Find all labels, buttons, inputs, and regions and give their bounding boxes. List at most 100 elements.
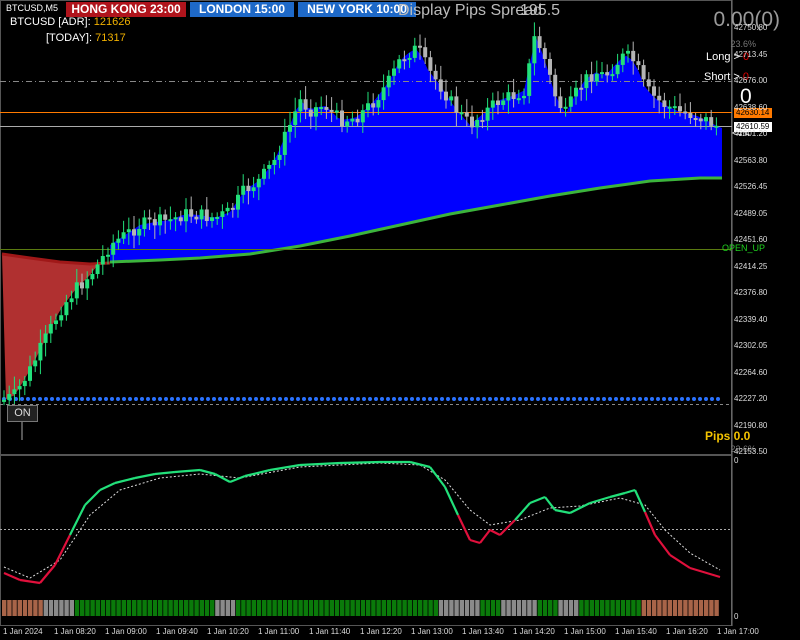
support-dot (506, 397, 510, 401)
candle-body (64, 302, 69, 316)
support-dot (596, 397, 600, 401)
on-toggle-button[interactable]: ON (7, 405, 38, 422)
osc-segment (669, 554, 691, 569)
histogram-bar (106, 600, 111, 616)
histogram-bar (620, 600, 626, 616)
candle-body (116, 238, 121, 243)
time-axis-label: 1 Jan 12:20 (360, 627, 402, 636)
osc-segment (19, 578, 41, 585)
candle-body (121, 232, 126, 239)
support-dot (554, 397, 558, 401)
histogram-bar (709, 600, 714, 616)
osc-segment (134, 472, 156, 480)
osc-segment (339, 460, 381, 465)
candle-body (90, 274, 95, 280)
candle-body (506, 92, 511, 101)
support-dot (164, 397, 168, 401)
support-dot (446, 397, 450, 401)
candle-body (137, 228, 142, 236)
candle-body (381, 87, 386, 101)
price-chart[interactable] (0, 0, 800, 640)
histogram-bar (667, 600, 672, 616)
histogram-bar (579, 600, 584, 616)
histogram-bar (184, 600, 189, 616)
support-dot (152, 397, 156, 401)
time-axis-label: 1 Jan 10:20 (207, 627, 249, 636)
histogram-bar (168, 600, 173, 616)
histogram-bar (345, 600, 350, 616)
histogram-bar (438, 600, 444, 616)
support-dot (716, 397, 720, 401)
candle-body (620, 53, 625, 65)
candle-body (605, 72, 610, 76)
histogram-bar (501, 600, 506, 616)
support-dot (284, 397, 288, 401)
candle-body (340, 110, 344, 127)
histogram-bar (553, 600, 558, 616)
time-axis-label: 1 Jan 09:00 (105, 627, 147, 636)
candle-body (298, 99, 303, 112)
osc-segment (609, 491, 626, 499)
support-dot (158, 397, 162, 401)
time-axis-label: 1 Jan 09:40 (156, 627, 198, 636)
candle-body (38, 342, 43, 361)
histogram-bar (646, 600, 652, 616)
candle-body (199, 209, 204, 220)
osc-segment (589, 495, 611, 505)
histogram-bar (189, 600, 194, 616)
candle-body (662, 100, 667, 107)
histogram-bar (230, 600, 236, 616)
candle-body (657, 95, 662, 101)
candle-body (28, 366, 32, 381)
histogram-bar (386, 600, 392, 616)
candle-body (714, 125, 719, 128)
price-axis-label: 42563.80 (734, 155, 768, 165)
candle-body (308, 109, 313, 117)
histogram-bar (355, 600, 360, 616)
support-dot (20, 397, 24, 401)
histogram-bar (402, 600, 407, 616)
histogram-bar (121, 600, 126, 616)
histogram-bar (100, 600, 106, 616)
candle-body (672, 106, 677, 109)
candle-body (418, 45, 422, 48)
candle-body (537, 36, 542, 49)
histogram-bar (589, 600, 594, 616)
price-axis-label: 42376.80 (734, 288, 768, 297)
histogram-bar (7, 600, 12, 616)
histogram-bar (615, 600, 620, 616)
candle-body (480, 119, 485, 122)
support-dot (572, 397, 576, 401)
candle-body (189, 209, 194, 217)
support-dot (338, 397, 342, 401)
histogram-bar (449, 600, 454, 616)
candle-body (17, 386, 22, 390)
osc-segment (99, 482, 116, 491)
histogram-bar (563, 600, 568, 616)
histogram-bar (74, 600, 80, 616)
candle-body (688, 112, 693, 119)
support-dot (104, 397, 108, 401)
candle-body (386, 75, 391, 88)
candle-body (600, 72, 604, 75)
histogram-bar (610, 600, 615, 616)
support-dot (314, 397, 318, 401)
osc-segment (84, 489, 101, 506)
candle-body (184, 209, 188, 222)
histogram-bar (548, 600, 553, 616)
symbol-label: BTCUSD,M5 (6, 3, 59, 13)
osc-segment (299, 461, 341, 467)
support-dot (302, 397, 306, 401)
support-dot (614, 397, 618, 401)
candle-body (7, 394, 12, 400)
support-dot (404, 397, 408, 401)
histogram-bar (329, 600, 334, 616)
support-dot (608, 397, 612, 401)
support-dot (434, 397, 438, 401)
support-dot (134, 397, 138, 401)
candle-body (225, 207, 230, 212)
candle-body (636, 61, 641, 66)
support-dot (686, 397, 690, 401)
candle-body (204, 209, 209, 221)
histogram-bar (672, 600, 678, 616)
